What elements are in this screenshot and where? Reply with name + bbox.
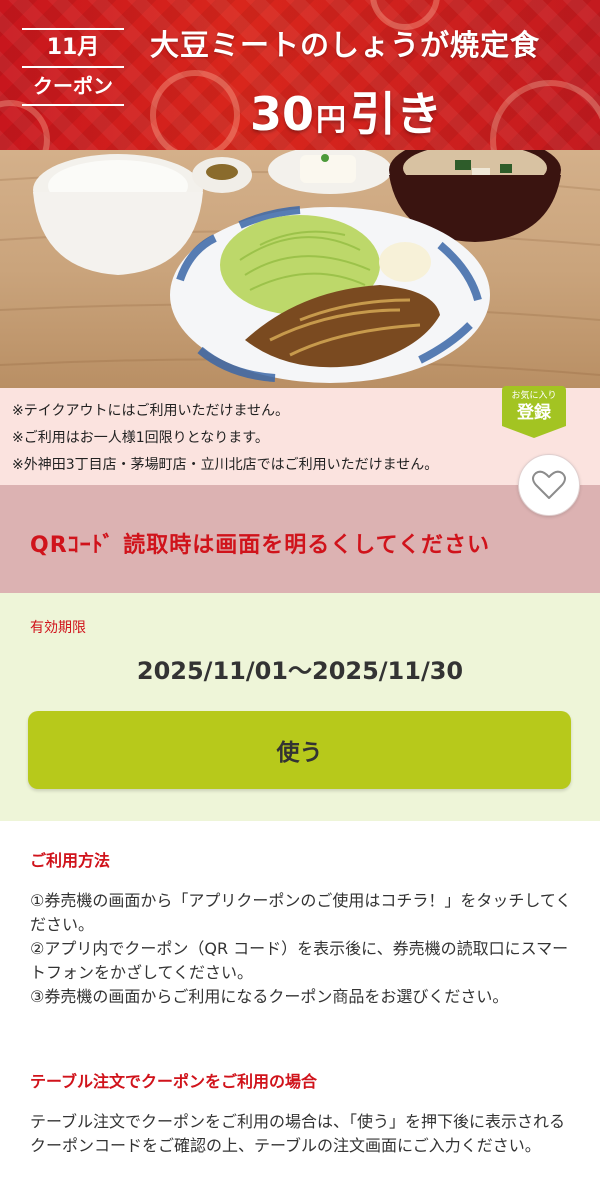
coupon-banner: 11月 クーポン 大豆ミートのしょうが焼定食 30 円 引き — [0, 0, 600, 150]
how-to-use-steps: ①券売機の画面から「アプリクーポンのご使用はコチラ！」をタッチしてください。 ②… — [30, 889, 575, 1009]
table-order-title: テーブル注文でクーポンをご利用の場合 — [30, 1072, 318, 1091]
favorite-heart-button[interactable] — [518, 454, 580, 516]
banner-title: 大豆ミートのしょうが焼定食 — [150, 28, 541, 62]
month-label: 11月 — [46, 35, 100, 60]
discount-suffix: 引き — [350, 87, 443, 141]
favorite-register-tag[interactable]: お気に入り 登録 — [502, 386, 566, 438]
qr-notice-band: QRｺｰﾄﾞ 読取時は画面を明るくしてください — [0, 485, 600, 593]
how-to-use-title: ご利用方法 — [30, 851, 111, 870]
table-order-body: テーブル注文でクーポンをご利用の場合は、「使う」を押下後に表示されるクーポンコー… — [30, 1112, 566, 1155]
month-badge: 11月 クーポン — [18, 28, 128, 110]
how-to-use-section: ご利用方法 ①券売機の画面から「アプリクーポンのご使用はコチラ！」をタッチしてく… — [30, 847, 575, 1009]
heart-outline-icon — [532, 470, 566, 499]
discount-unit: 円 — [316, 103, 347, 138]
discount-amount: 30 — [250, 87, 315, 141]
validity-range: 2025/11/01～2025/11/30 — [136, 657, 464, 685]
validity-section: 有効期限 2025/11/01～2025/11/30 使う — [0, 593, 600, 821]
step-item: ②アプリ内でクーポン（QR コード）を表示後に、券売機の読取口にスマートフォンを… — [30, 939, 569, 982]
food-photo — [0, 150, 600, 388]
food-illustration — [0, 150, 600, 383]
step-item: ③券売機の画面からご利用になるクーポン商品をお選びください。 — [30, 987, 509, 1006]
favorite-tag-small-label: お気に入り — [511, 391, 557, 401]
validity-label: 有効期限 — [30, 620, 86, 636]
use-coupon-button[interactable]: 使う — [28, 711, 571, 789]
qr-notice-text: QRｺｰﾄﾞ 読取時は画面を明るくしてください — [30, 533, 490, 558]
coupon-detail-page: 11月 クーポン 大豆ミートのしょうが焼定食 30 円 引き ※テイクアウトには… — [0, 0, 600, 1200]
note-excluded-stores: ※外神田3丁目店・茅場町店・立川北店ではご利用いただけません。 — [12, 457, 439, 473]
step-item: ①券売機の画面から「アプリクーポンのご使用はコチラ！」をタッチしてください。 — [30, 891, 572, 934]
discount-text: 30 円 引き — [250, 78, 500, 144]
table-order-section: テーブル注文でクーポンをご利用の場合 テーブル注文でクーポンをご利用の場合は、「… — [30, 1068, 575, 1158]
favorite-tag-label: 登録 — [517, 403, 551, 423]
coupon-label: クーポン — [33, 74, 113, 98]
